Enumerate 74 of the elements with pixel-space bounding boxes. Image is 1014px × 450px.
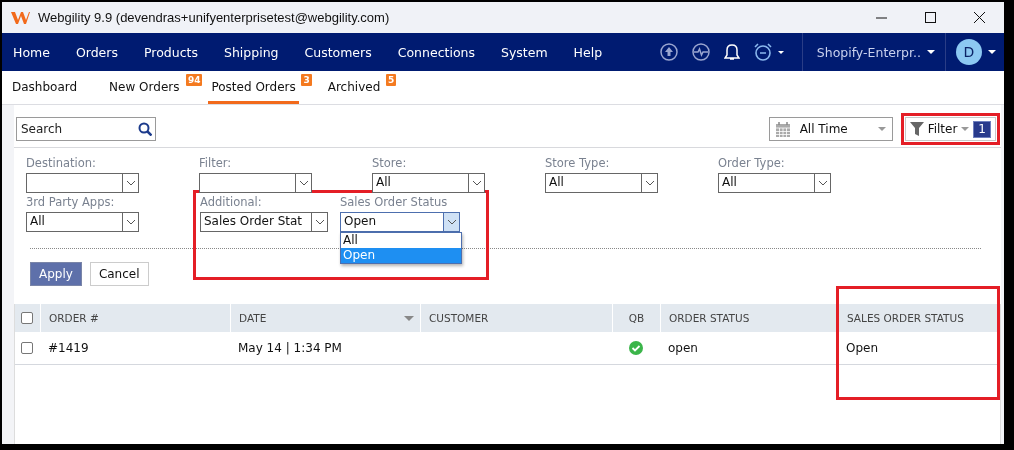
chevron-icon bbox=[472, 180, 481, 186]
logo-icon bbox=[10, 9, 30, 26]
calendar-icon bbox=[775, 121, 790, 137]
cancel-button[interactable]: Cancel bbox=[89, 262, 149, 286]
dropdown[interactable]: All bbox=[545, 173, 658, 193]
field-label: Order Type: bbox=[718, 156, 786, 170]
close-icon[interactable] bbox=[974, 12, 985, 23]
field-label: Store Type: bbox=[545, 156, 611, 170]
field-label: Filter: bbox=[199, 156, 233, 170]
nav-item[interactable]: Connections bbox=[386, 44, 486, 60]
column-header[interactable]: QB bbox=[628, 312, 645, 324]
chevron-icon bbox=[447, 219, 456, 225]
caret-icon[interactable] bbox=[988, 50, 996, 54]
column-header[interactable]: DATE bbox=[239, 312, 267, 324]
nav-item[interactable]: Home bbox=[2, 44, 61, 60]
column-header[interactable]: ORDER # bbox=[49, 312, 99, 324]
tab[interactable]: New Orders bbox=[106, 80, 183, 104]
chevron-icon bbox=[315, 219, 324, 225]
bell-icon[interactable] bbox=[723, 43, 740, 61]
caret-icon[interactable] bbox=[927, 50, 935, 54]
dropdown[interactable] bbox=[26, 173, 139, 193]
nav-item[interactable]: Customers bbox=[293, 44, 383, 60]
field-label: Additional: bbox=[200, 195, 263, 209]
nav-item[interactable]: Orders bbox=[64, 44, 129, 60]
dropdown[interactable]: Sales Order Stat bbox=[200, 212, 328, 232]
count-badge: 3 bbox=[301, 74, 312, 86]
sort-icon[interactable] bbox=[404, 315, 414, 321]
maximize-icon[interactable] bbox=[925, 12, 936, 23]
store-selector[interactable]: Shopify-Enterpr.. bbox=[816, 44, 921, 60]
nav-item[interactable]: Shipping bbox=[212, 44, 290, 60]
caret-icon bbox=[877, 127, 886, 131]
nav-item[interactable]: Products bbox=[132, 44, 209, 60]
chevron-icon bbox=[299, 180, 308, 186]
alarm-clock-icon[interactable] bbox=[753, 43, 784, 61]
dropdown[interactable] bbox=[199, 173, 312, 193]
table-cell: open bbox=[668, 341, 698, 355]
table-cell: #1419 bbox=[48, 341, 89, 355]
tab[interactable]: Archived bbox=[324, 80, 384, 104]
checkbox[interactable] bbox=[21, 312, 33, 324]
table-cell: Open bbox=[846, 341, 879, 355]
dropdown[interactable]: All bbox=[718, 173, 831, 193]
dropdown-option[interactable]: All bbox=[341, 233, 461, 248]
window-title: Webgility 9.9 (devendras+unifyenterprisetest@webgility.com) bbox=[38, 10, 391, 25]
tab[interactable]: Dashboard bbox=[9, 80, 81, 104]
apply-button[interactable]: Apply bbox=[30, 262, 82, 286]
dropdown[interactable]: All bbox=[26, 212, 139, 232]
field-label: Sales Order Status bbox=[340, 195, 449, 209]
chevron-icon bbox=[126, 219, 135, 225]
filter-count-badge: 1 bbox=[973, 120, 991, 138]
funnel-icon bbox=[909, 122, 924, 136]
field-label: Store: bbox=[372, 156, 408, 170]
chevron-icon bbox=[126, 180, 135, 186]
field-label: Destination: bbox=[26, 156, 97, 170]
user-avatar[interactable]: D bbox=[956, 39, 982, 65]
column-header[interactable]: CUSTOMER bbox=[429, 312, 489, 324]
search-field[interactable]: Search bbox=[16, 117, 156, 141]
column-header[interactable]: SALES ORDER STATUS bbox=[847, 312, 964, 324]
field-label: 3rd Party Apps: bbox=[26, 195, 116, 209]
chevron-icon bbox=[818, 180, 827, 186]
pulse-icon[interactable] bbox=[691, 43, 710, 61]
checkbox[interactable] bbox=[21, 342, 33, 354]
column-header[interactable]: ORDER STATUS bbox=[669, 312, 750, 324]
nav-item[interactable]: Help bbox=[562, 44, 614, 60]
dropdown[interactable]: Open bbox=[340, 212, 460, 232]
nav-item[interactable]: System bbox=[489, 44, 559, 60]
table-cell: May 14 | 1:34 PM bbox=[238, 341, 342, 355]
dropdown[interactable]: All bbox=[372, 173, 485, 193]
chevron-icon bbox=[645, 180, 654, 186]
filter-button[interactable]: Filter 1 bbox=[904, 117, 996, 141]
count-badge: 94 bbox=[185, 74, 203, 86]
caret-icon bbox=[961, 127, 970, 131]
upload-icon[interactable] bbox=[659, 43, 678, 61]
count-badge: 5 bbox=[386, 74, 397, 86]
date-range-dropdown[interactable]: All Time bbox=[768, 117, 893, 141]
